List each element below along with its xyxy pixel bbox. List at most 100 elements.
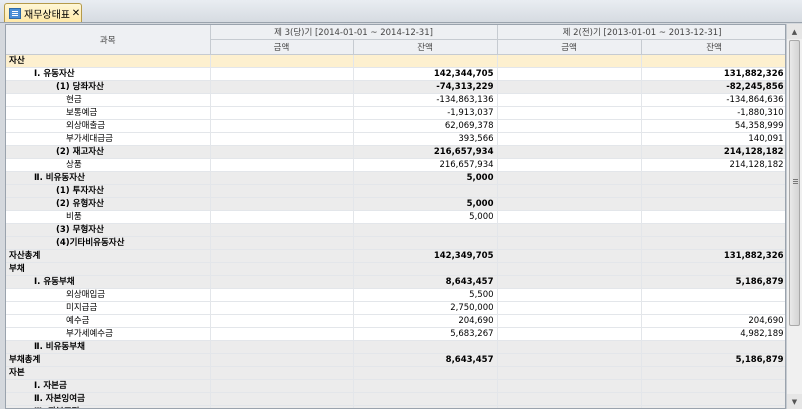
current-amount-cell[interactable] [210, 67, 354, 81]
row-label[interactable]: (2) 유형자산 [6, 197, 211, 211]
prior-balance-cell[interactable]: 131,882,326 [641, 67, 785, 81]
current-amount-cell[interactable] [210, 314, 354, 328]
prior-amount-cell[interactable] [497, 119, 642, 133]
prior-amount-cell[interactable] [497, 262, 642, 276]
prior-amount-cell[interactable] [497, 275, 642, 289]
current-amount-cell[interactable] [210, 54, 354, 68]
current-balance-cell[interactable]: 5,000 [353, 197, 498, 211]
current-balance-cell[interactable] [353, 392, 498, 406]
table-row[interactable]: (1) 당좌자산 -74,313,229 -82,245,856 [6, 80, 785, 94]
prior-amount-cell[interactable] [497, 80, 642, 94]
current-balance-cell[interactable]: 204,690 [353, 314, 498, 328]
current-balance-cell[interactable]: 5,683,267 [353, 327, 498, 341]
row-label[interactable]: (2) 재고자산 [6, 145, 211, 159]
current-balance-cell[interactable]: -74,313,229 [353, 80, 498, 94]
table-row[interactable]: 미지급금 2,750,000 [6, 301, 785, 315]
table-row[interactable]: 현금 -134,863,136 -134,864,636 [6, 93, 785, 107]
current-amount-cell[interactable] [210, 158, 354, 172]
row-label[interactable]: 예수금 [6, 314, 211, 328]
row-label[interactable]: 자본 [6, 366, 211, 380]
current-amount-cell[interactable] [210, 145, 354, 159]
current-amount-cell[interactable] [210, 366, 354, 380]
table-row[interactable]: 부채총계 8,643,457 5,186,879 [6, 353, 785, 367]
table-row[interactable]: (4)기타비유동자산 [6, 236, 785, 250]
current-amount-cell[interactable] [210, 262, 354, 276]
prior-balance-cell[interactable] [641, 171, 785, 185]
prior-balance-cell[interactable] [641, 340, 785, 354]
scroll-up-icon[interactable]: ▲ [787, 24, 802, 39]
current-amount-cell[interactable] [210, 301, 354, 315]
table-row[interactable]: (3) 무형자산 [6, 223, 785, 237]
current-balance-cell[interactable]: 216,657,934 [353, 145, 498, 159]
row-label[interactable]: Ⅰ. 유동자산 [6, 67, 211, 81]
prior-amount-cell[interactable] [497, 340, 642, 354]
table-row[interactable]: 보통예금 -1,913,037 -1,880,310 [6, 106, 785, 120]
table-row[interactable]: (2) 유형자산 5,000 [6, 197, 785, 211]
row-label[interactable]: (1) 당좌자산 [6, 80, 211, 94]
close-icon[interactable]: ✕ [71, 8, 81, 19]
prior-amount-cell[interactable] [497, 353, 642, 367]
row-label[interactable]: 부가세예수금 [6, 327, 211, 341]
row-label[interactable]: 외상매출금 [6, 119, 211, 133]
current-balance-cell[interactable]: 8,643,457 [353, 353, 498, 367]
prior-amount-cell[interactable] [497, 210, 642, 224]
header-current-balance[interactable]: 잔액 [353, 39, 498, 55]
table-row[interactable]: Ⅱ. 자본잉여금 [6, 392, 785, 406]
prior-amount-cell[interactable] [497, 405, 642, 408]
row-label[interactable]: Ⅱ. 자본잉여금 [6, 392, 211, 406]
prior-amount-cell[interactable] [497, 171, 642, 185]
row-label[interactable]: (3) 무형자산 [6, 223, 211, 237]
prior-amount-cell[interactable] [497, 392, 642, 406]
prior-balance-cell[interactable] [641, 392, 785, 406]
prior-amount-cell[interactable] [497, 54, 642, 68]
prior-balance-cell[interactable]: -1,880,310 [641, 106, 785, 120]
prior-amount-cell[interactable] [497, 327, 642, 341]
prior-amount-cell[interactable] [497, 301, 642, 315]
current-balance-cell[interactable]: 5,500 [353, 288, 498, 302]
current-balance-cell[interactable] [353, 340, 498, 354]
current-amount-cell[interactable] [210, 171, 354, 185]
table-row[interactable]: (1) 투자자산 [6, 184, 785, 198]
prior-balance-cell[interactable]: 131,882,326 [641, 249, 785, 263]
row-label[interactable]: Ⅲ. 자본조정 [6, 405, 211, 408]
table-row[interactable]: 외상매출금 62,069,378 54,358,999 [6, 119, 785, 133]
prior-amount-cell[interactable] [497, 145, 642, 159]
table-row[interactable]: 비품 5,000 [6, 210, 785, 224]
current-balance-cell[interactable]: -1,913,037 [353, 106, 498, 120]
current-balance-cell[interactable] [353, 223, 498, 237]
current-amount-cell[interactable] [210, 184, 354, 198]
current-balance-cell[interactable]: 142,349,705 [353, 249, 498, 263]
prior-balance-cell[interactable] [641, 262, 785, 276]
current-amount-cell[interactable] [210, 288, 354, 302]
current-balance-cell[interactable] [353, 366, 498, 380]
prior-balance-cell[interactable] [641, 301, 785, 315]
prior-amount-cell[interactable] [497, 223, 642, 237]
current-balance-cell[interactable] [353, 236, 498, 250]
current-amount-cell[interactable] [210, 340, 354, 354]
row-label[interactable]: Ⅰ. 자본금 [6, 379, 211, 393]
table-row[interactable]: 상품 216,657,934 214,128,182 [6, 158, 785, 172]
prior-balance-cell[interactable]: -134,864,636 [641, 93, 785, 107]
prior-balance-cell[interactable] [641, 210, 785, 224]
current-amount-cell[interactable] [210, 327, 354, 341]
prior-balance-cell[interactable] [641, 223, 785, 237]
row-label[interactable]: Ⅱ. 비유동자산 [6, 171, 211, 185]
table-row[interactable]: 부채 [6, 262, 785, 276]
prior-balance-cell[interactable] [641, 288, 785, 302]
current-amount-cell[interactable] [210, 392, 354, 406]
prior-balance-cell[interactable]: 204,690 [641, 314, 785, 328]
prior-amount-cell[interactable] [497, 106, 642, 120]
row-label[interactable]: (1) 투자자산 [6, 184, 211, 198]
prior-amount-cell[interactable] [497, 67, 642, 81]
prior-balance-cell[interactable] [641, 236, 785, 250]
scroll-thumb[interactable] [789, 40, 800, 326]
current-amount-cell[interactable] [210, 119, 354, 133]
current-amount-cell[interactable] [210, 249, 354, 263]
current-amount-cell[interactable] [210, 93, 354, 107]
prior-amount-cell[interactable] [497, 158, 642, 172]
header-subject[interactable]: 과목 [6, 25, 211, 55]
prior-amount-cell[interactable] [497, 366, 642, 380]
prior-amount-cell[interactable] [497, 288, 642, 302]
row-label[interactable]: 부가세대급금 [6, 132, 211, 146]
table-row[interactable]: Ⅰ. 자본금 [6, 379, 785, 393]
